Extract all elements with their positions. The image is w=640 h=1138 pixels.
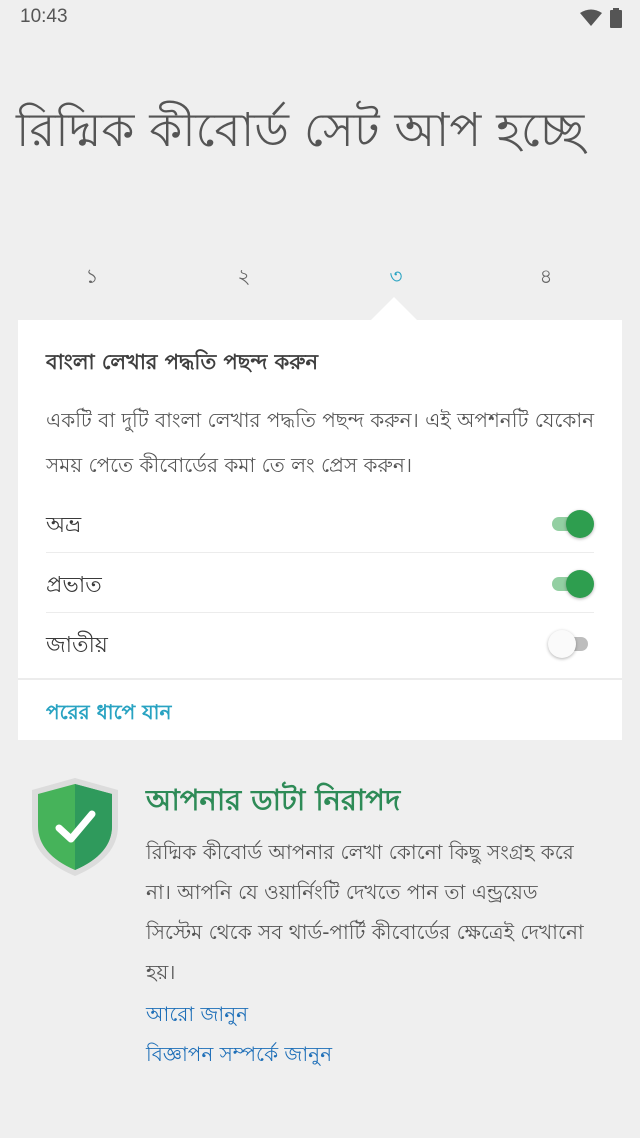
status-bar: 10:43: [0, 0, 640, 36]
page-title: রিদ্মিক কীবোর্ড সেট আপ হচ্ছে: [16, 103, 585, 158]
battery-icon: [610, 8, 622, 28]
safety-title: আপনার ডাটা নিরাপদ: [146, 783, 401, 817]
option-label: জাতীয়: [46, 633, 108, 658]
next-step-button[interactable]: পরের ধাপে যান: [46, 698, 171, 731]
step-indicator: ১ ২ ৩ ৪: [18, 262, 622, 298]
safety-description: রিদ্মিক কীবোর্ড আপনার লেখা কোনো কিছু সংগ…: [146, 840, 584, 984]
card-description: একটি বা দুটি বাংলা লেখার পদ্ধতি পছন্দ কর…: [46, 408, 595, 477]
card-divider: [18, 678, 622, 680]
card-heading: বাংলা লেখার পদ্ধতি পছন্দ করুন: [46, 350, 318, 374]
learn-more-link[interactable]: আরো জানুন: [146, 1000, 248, 1033]
toggle-knob: [566, 510, 594, 538]
status-time: 10:43: [20, 6, 68, 27]
step-3: ৩: [389, 264, 403, 288]
wifi-icon: [580, 9, 602, 26]
status-icons: [580, 8, 622, 28]
toggle-knob: [548, 630, 576, 658]
card-pointer: [370, 297, 418, 321]
option-label: অভ্র: [46, 513, 82, 538]
step-2: ২: [237, 264, 251, 288]
step-4: ৪: [539, 264, 553, 288]
option-label: প্রভাত: [46, 573, 102, 598]
option-row-avro[interactable]: অভ্র: [46, 494, 594, 553]
jatiyo-toggle[interactable]: [548, 630, 594, 658]
option-row-jatiyo[interactable]: জাতীয়: [46, 614, 594, 672]
ads-info-link[interactable]: বিজ্ঞাপন সম্পর্কে জানুন: [146, 1040, 332, 1073]
avro-toggle[interactable]: [548, 510, 594, 538]
shield-check-icon: [32, 778, 118, 876]
step-1: ১: [85, 264, 99, 288]
provat-toggle[interactable]: [548, 570, 594, 598]
option-row-provat[interactable]: প্রভাত: [46, 554, 594, 613]
layout-selection-card: বাংলা লেখার পদ্ধতি পছন্দ করুন একটি বা দু…: [18, 320, 622, 740]
toggle-knob: [566, 570, 594, 598]
